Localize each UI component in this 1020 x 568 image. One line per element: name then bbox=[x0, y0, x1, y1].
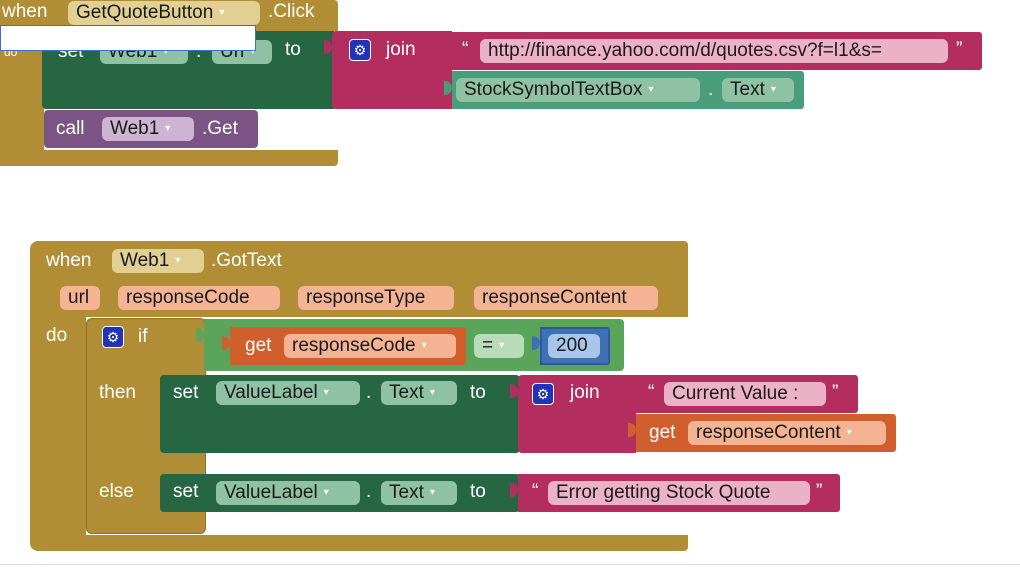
dropdown-arrow-icon: ▾ bbox=[429, 387, 435, 398]
get-keyword: get bbox=[245, 335, 272, 356]
dropdown-arrow-icon: ▾ bbox=[648, 84, 654, 95]
variable-dropdown-responsecode[interactable]: responseCode ▾ bbox=[284, 334, 456, 358]
join-keyword: join bbox=[570, 382, 600, 403]
component-dropdown-valuelabel[interactable]: ValueLabel ▾ bbox=[216, 381, 360, 405]
workspace-bottom-border bbox=[0, 564, 1020, 565]
quote-open: “ bbox=[648, 382, 655, 403]
param-responsecontent[interactable]: responseContent bbox=[474, 286, 658, 310]
dropdown-arrow-icon: ▾ bbox=[323, 487, 329, 498]
join-keyword: join bbox=[386, 39, 416, 60]
method-name-get: .Get bbox=[202, 118, 238, 139]
dropdown-arrow-icon: ▾ bbox=[770, 84, 776, 95]
component-dropdown-valuelabel[interactable]: ValueLabel ▾ bbox=[216, 481, 360, 505]
get-keyword: get bbox=[649, 422, 676, 443]
param-responsecode[interactable]: responseCode bbox=[118, 286, 280, 310]
dropdown-arrow-icon: ▾ bbox=[219, 7, 225, 18]
else-keyword: else bbox=[99, 481, 134, 502]
component-dropdown-getquotebutton[interactable]: GetQuoteButton ▾ bbox=[68, 1, 260, 25]
dot-separator: . bbox=[366, 481, 372, 502]
mutator-gear-icon[interactable]: ⚙ bbox=[349, 39, 371, 61]
property-dropdown-text[interactable]: Text ▾ bbox=[381, 481, 457, 505]
dropdown-arrow-icon: ▾ bbox=[323, 387, 329, 398]
param-url[interactable]: url bbox=[60, 286, 100, 310]
to-keyword: to bbox=[470, 382, 486, 403]
if-keyword: if bbox=[138, 326, 148, 347]
to-keyword: to bbox=[470, 481, 486, 502]
variable-dropdown-responsecontent[interactable]: responseContent ▾ bbox=[688, 421, 886, 445]
set-keyword: set bbox=[173, 481, 199, 502]
when-keyword: when bbox=[2, 1, 48, 22]
dropdown-arrow-icon: ▾ bbox=[846, 427, 852, 438]
quote-open: “ bbox=[532, 481, 539, 502]
number-field-200[interactable]: 200 bbox=[548, 334, 600, 358]
quote-close: ” bbox=[832, 382, 839, 403]
event-block-do-spine bbox=[30, 315, 86, 550]
dropdown-arrow-icon: ▾ bbox=[499, 340, 505, 351]
to-keyword: to bbox=[285, 39, 301, 60]
event-block-footer bbox=[0, 150, 338, 166]
block-text-editor-input[interactable] bbox=[0, 25, 256, 51]
then-keyword: then bbox=[99, 382, 136, 403]
quote-close: ” bbox=[956, 39, 963, 60]
param-responsetype[interactable]: responseType bbox=[298, 286, 454, 310]
component-dropdown-web1-call[interactable]: Web1 ▾ bbox=[102, 117, 194, 141]
property-dropdown-text[interactable]: Text ▾ bbox=[722, 78, 794, 102]
do-keyword: do bbox=[46, 325, 68, 346]
component-dropdown-web1[interactable]: Web1 ▾ bbox=[112, 249, 204, 273]
url-string-field[interactable]: http://finance.yahoo.com/d/quotes.csv?f=… bbox=[480, 39, 948, 63]
mutator-gear-icon[interactable]: ⚙ bbox=[102, 326, 124, 348]
dropdown-arrow-icon: ▾ bbox=[421, 340, 427, 351]
operator-dropdown-equals[interactable]: = ▾ bbox=[474, 334, 524, 358]
event-name-gottext: .GotText bbox=[211, 250, 282, 271]
dropdown-arrow-icon: ▾ bbox=[429, 487, 435, 498]
set-keyword: set bbox=[173, 382, 199, 403]
property-dropdown-text[interactable]: Text ▾ bbox=[381, 381, 457, 405]
error-string-field[interactable]: Error getting Stock Quote bbox=[548, 481, 810, 505]
quote-open: “ bbox=[462, 39, 469, 60]
call-keyword: call bbox=[56, 118, 85, 139]
component-dropdown-stocksymboltextbox[interactable]: StockSymbolTextBox ▾ bbox=[456, 78, 700, 102]
dropdown-arrow-icon: ▾ bbox=[175, 255, 181, 266]
dot-separator: . bbox=[708, 79, 714, 100]
dropdown-arrow-icon: ▾ bbox=[165, 123, 171, 134]
mutator-gear-icon[interactable]: ⚙ bbox=[532, 383, 554, 405]
when-keyword: when bbox=[46, 250, 92, 271]
dot-separator: . bbox=[366, 382, 372, 403]
event-block-footer bbox=[30, 535, 688, 551]
quote-close: ” bbox=[816, 481, 823, 502]
event-name-click: .Click bbox=[268, 1, 315, 22]
current-value-string-field[interactable]: Current Value : bbox=[664, 382, 826, 406]
